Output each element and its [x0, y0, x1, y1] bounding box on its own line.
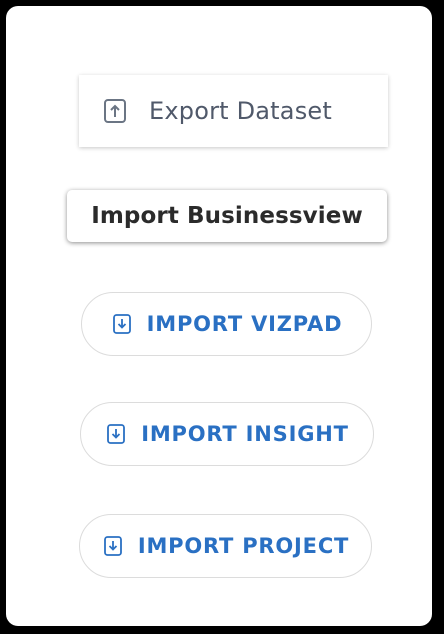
- upload-icon: [101, 97, 129, 125]
- download-icon: [105, 423, 127, 445]
- download-icon: [102, 535, 124, 557]
- menu-panel: Export Dataset Import Businessview IMPOR…: [6, 6, 432, 626]
- download-icon: [111, 313, 133, 335]
- import-businessview-button[interactable]: Import Businessview: [67, 190, 387, 242]
- import-businessview-label: Import Businessview: [91, 203, 363, 229]
- import-project-button[interactable]: IMPORT PROJECT: [79, 514, 372, 578]
- import-insight-button[interactable]: IMPORT INSIGHT: [80, 402, 374, 466]
- export-dataset-button[interactable]: Export Dataset: [79, 75, 388, 147]
- import-vizpad-button[interactable]: IMPORT VIZPAD: [81, 292, 372, 356]
- import-project-label: IMPORT PROJECT: [137, 534, 350, 558]
- import-insight-label: IMPORT INSIGHT: [141, 422, 349, 446]
- import-vizpad-label: IMPORT VIZPAD: [146, 312, 343, 336]
- export-dataset-label: Export Dataset: [149, 97, 332, 125]
